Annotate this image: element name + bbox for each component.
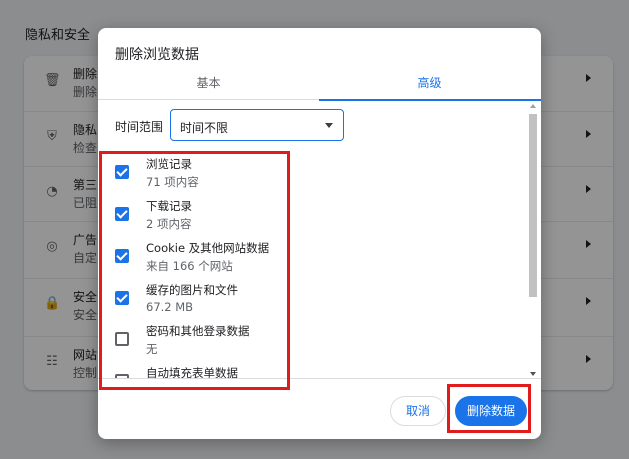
tab-advanced[interactable]: 高级 [319, 70, 541, 101]
item-detail: 无 [146, 342, 158, 356]
checkbox-cached-files[interactable] [115, 291, 129, 305]
tab-bar: 基本 高级 [98, 70, 541, 101]
item-title: Cookie 及其他网站数据 [146, 241, 270, 255]
dialog-title: 删除浏览数据 [115, 47, 199, 63]
scroll-down-arrow-icon[interactable] [530, 372, 536, 376]
tab-advanced-label: 高级 [417, 76, 442, 90]
data-type-item[interactable]: 自动填充表单数据 [98, 361, 518, 379]
dropdown-caret-icon [325, 123, 333, 128]
checkbox-autofill[interactable] [115, 374, 129, 378]
data-type-item[interactable]: 密码和其他登录数据 无 [98, 319, 518, 361]
item-title: 密码和其他登录数据 [146, 324, 250, 338]
data-type-item[interactable]: 缓存的图片和文件 67.2 MB [98, 278, 518, 320]
clear-browsing-data-dialog: 删除浏览数据 基本 高级 时间范围 时间不限 浏览记录 71 项内容 下载记录 … [98, 28, 541, 439]
item-title: 下载记录 [146, 199, 192, 213]
item-title: 缓存的图片和文件 [146, 283, 238, 297]
item-title: 自动填充表单数据 [146, 366, 238, 379]
item-detail: 2 项内容 [146, 217, 192, 231]
scroll-up-arrow-icon[interactable] [530, 104, 536, 108]
checkbox-download-history[interactable] [115, 207, 129, 221]
item-detail: 来自 166 个网站 [146, 259, 233, 273]
item-detail: 67.2 MB [146, 300, 194, 314]
item-title: 浏览记录 [146, 157, 192, 171]
scrollbar-thumb[interactable] [529, 114, 537, 297]
delete-data-button[interactable]: 删除数据 [455, 396, 527, 426]
time-range-label: 时间范围 [115, 120, 164, 134]
scrollbar[interactable] [527, 101, 539, 378]
time-range-select[interactable]: 时间不限 [170, 109, 344, 141]
cancel-button[interactable]: 取消 [390, 396, 446, 426]
data-type-item[interactable]: 浏览记录 71 项内容 [98, 152, 518, 194]
item-detail: 71 项内容 [146, 175, 199, 189]
data-type-item[interactable]: 下载记录 2 项内容 [98, 194, 518, 236]
checkbox-cookies[interactable] [115, 249, 129, 263]
checkbox-passwords[interactable] [115, 332, 129, 346]
dialog-content: 时间范围 时间不限 浏览记录 71 项内容 下载记录 2 项内容 Cookie … [98, 101, 541, 379]
data-type-item[interactable]: Cookie 及其他网站数据 来自 166 个网站 [98, 236, 518, 278]
checkbox-browsing-history[interactable] [115, 165, 129, 179]
tab-basic[interactable]: 基本 [98, 70, 319, 100]
time-range-value: 时间不限 [180, 121, 229, 135]
